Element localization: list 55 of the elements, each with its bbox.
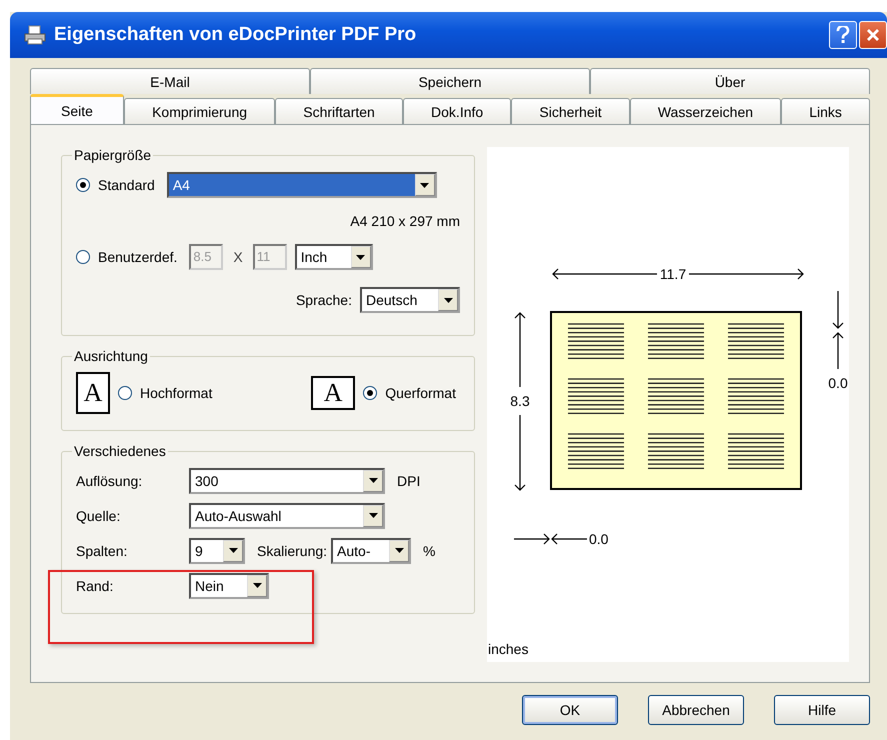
tab[interactable]: Wasserzeichen xyxy=(630,98,782,124)
dropdown[interactable]: Nein xyxy=(189,572,269,598)
tab[interactable]: Komprimierung xyxy=(124,98,276,124)
window-title: Eigenschaften von eDocPrinter PDF Pro xyxy=(54,24,418,46)
field-label: Auflösung: xyxy=(76,472,144,488)
printer-icon xyxy=(24,25,46,45)
top-margin-value: 0.0 xyxy=(828,375,848,391)
dropdown[interactable]: Auto- xyxy=(331,538,412,564)
group-title: Papiergröße xyxy=(73,147,152,163)
tab[interactable]: E-Mail xyxy=(30,68,310,94)
left-margin-value: 0.0 xyxy=(589,531,608,547)
dialog-button[interactable]: OK xyxy=(522,695,618,725)
unit-label: inches xyxy=(488,641,528,657)
close-icon xyxy=(866,28,880,42)
group-title: Ausrichtung xyxy=(73,348,149,364)
dropdown[interactable]: Inch xyxy=(294,244,373,270)
dialog-button[interactable]: Hilfe xyxy=(774,695,870,725)
radio-label: Querformat xyxy=(385,385,456,401)
times-sign: X xyxy=(233,249,243,265)
radio-label: Standard xyxy=(98,177,155,193)
dropdown[interactable]: Auto-Auswahl xyxy=(189,502,385,528)
tab[interactable]: Dok.Info xyxy=(402,98,512,124)
help-icon xyxy=(836,26,850,44)
tab[interactable]: Sicherheit xyxy=(511,98,630,124)
unit-label: % xyxy=(423,542,436,558)
radio-button[interactable] xyxy=(118,386,132,400)
radio-label: Hochformat xyxy=(140,385,212,401)
field-label: Spalten: xyxy=(76,542,128,558)
paper-size-text: A4 210 x 297 mm xyxy=(350,213,460,229)
height-value: 8.3 xyxy=(510,393,530,409)
field-label: Sprache: xyxy=(296,292,352,308)
dropdown[interactable]: 9 xyxy=(189,538,245,564)
group-title: Verschiedenes xyxy=(73,443,167,459)
tab[interactable]: Seite xyxy=(30,94,124,124)
width-value: 11.7 xyxy=(660,266,686,282)
radio-button[interactable] xyxy=(76,250,90,264)
tab[interactable]: Links xyxy=(781,98,870,124)
close-button[interactable] xyxy=(859,21,887,49)
tab[interactable]: Über xyxy=(590,68,870,94)
tab[interactable]: Schriftarten xyxy=(275,98,403,124)
help-button[interactable] xyxy=(829,21,857,49)
page-orientation-icon: A xyxy=(311,376,356,410)
field-label: Rand: xyxy=(76,578,114,594)
unit-label: DPI xyxy=(397,472,420,488)
radio-button[interactable] xyxy=(76,178,90,192)
dropdown[interactable]: 300 xyxy=(189,468,385,494)
radio-label: Benutzerdef. xyxy=(98,249,178,265)
tab[interactable]: Speichern xyxy=(310,68,590,94)
dropdown[interactable]: Deutsch xyxy=(360,287,460,313)
dropdown[interactable]: A4 xyxy=(166,172,437,198)
page-orientation-icon: A xyxy=(76,372,110,414)
field-label: Quelle: xyxy=(76,508,122,524)
field-label: Skalierung: xyxy=(257,542,328,558)
radio-button[interactable] xyxy=(363,386,378,400)
dialog-button[interactable]: Abbrechen xyxy=(648,695,744,725)
